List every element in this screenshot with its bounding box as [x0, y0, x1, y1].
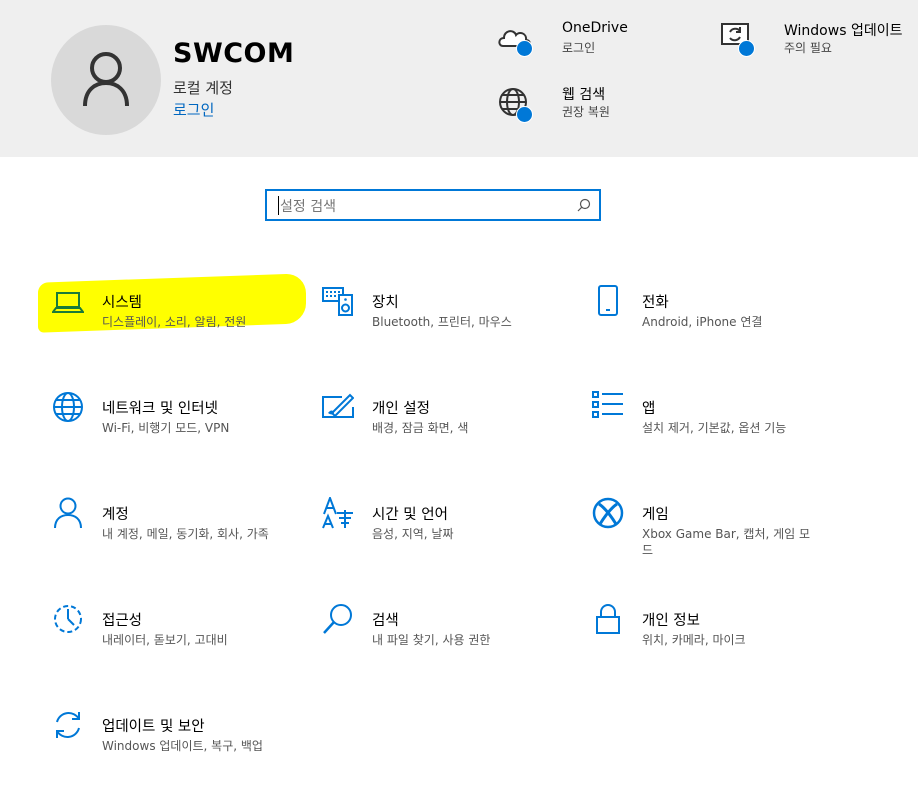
tile-desc: 내레이터, 돋보기, 고대비 [102, 633, 228, 647]
tile-system[interactable]: 시스템 디스플레이, 소리, 알림, 전원 [52, 285, 302, 345]
windows-update-title: Windows 업데이트 [784, 23, 903, 39]
windows-update-subtitle: 주의 필요 [784, 41, 832, 55]
tile-personalization[interactable]: 개인 설정 배경, 잠금 화면, 색 [322, 391, 572, 451]
status-dot [516, 106, 533, 123]
tile-title: 업데이트 및 보안 [102, 719, 205, 735]
onedrive-title: OneDrive [562, 20, 628, 36]
search-icon[interactable] [577, 198, 591, 212]
text-caret [278, 196, 279, 215]
phone-icon [598, 285, 618, 316]
tile-search[interactable]: 검색 내 파일 찾기, 사용 권한 [322, 603, 572, 663]
tile-title: 전화 [642, 295, 669, 311]
keyboard-speaker-icon [322, 287, 353, 316]
globe-icon [53, 392, 83, 422]
xbox-icon [592, 497, 624, 529]
tile-desc: 내 계정, 메일, 동기화, 회사, 가족 [102, 527, 269, 541]
search-box[interactable]: 설정 검색 [265, 189, 601, 221]
tile-network[interactable]: 네트워크 및 인터넷 Wi-Fi, 비행기 모드, VPN [52, 391, 302, 451]
tile-phone[interactable]: 전화 Android, iPhone 연결 [592, 285, 842, 345]
tile-desc: 음성, 지역, 날짜 [372, 527, 454, 541]
tile-title: 계정 [102, 507, 129, 523]
header: SWCOM 로컬 계정 로그인 OneDrive 로그인 Windows 업데이… [0, 0, 918, 157]
tile-title: 앱 [642, 401, 656, 417]
web-search-subtitle: 권장 복원 [562, 105, 610, 119]
tile-desc: Bluetooth, 프린터, 마우스 [372, 315, 512, 329]
time-language-icon [322, 497, 353, 529]
tile-title: 개인 설정 [372, 401, 430, 417]
web-search-title: 웹 검색 [562, 87, 606, 103]
onedrive-item[interactable]: OneDrive 로그인 [497, 20, 657, 64]
tile-privacy[interactable]: 개인 정보 위치, 카메라, 마이크 [592, 603, 842, 663]
tile-title: 시간 및 언어 [372, 507, 448, 523]
tile-desc: Wi-Fi, 비행기 모드, VPN [102, 421, 230, 435]
tile-time-language[interactable]: 시간 및 언어 음성, 지역, 날짜 [322, 497, 572, 557]
tile-update-security[interactable]: 업데이트 및 보안 Windows 업데이트, 복구, 백업 [52, 709, 302, 769]
person-icon [54, 497, 82, 529]
tile-desc: 디스플레이, 소리, 알림, 전원 [102, 315, 247, 329]
status-dot [738, 40, 755, 57]
tile-apps[interactable]: 앱 설치 제거, 기본값, 옵션 기능 [592, 391, 842, 451]
windows-update-item[interactable]: Windows 업데이트 주의 필요 [718, 20, 913, 64]
account-type: 로컬 계정 [173, 79, 233, 97]
tile-ease-of-access[interactable]: 접근성 내레이터, 돋보기, 고대비 [52, 603, 302, 663]
tile-title: 게임 [642, 507, 669, 523]
tile-desc: Windows 업데이트, 복구, 백업 [102, 739, 263, 753]
tile-title: 시스템 [102, 295, 143, 311]
tile-desc: 내 파일 찾기, 사용 권한 [372, 633, 491, 647]
tile-title: 장치 [372, 295, 399, 311]
tile-desc: 설치 제거, 기본값, 옵션 기능 [642, 421, 787, 435]
user-name: SWCOM [173, 38, 295, 69]
sync-icon [56, 712, 80, 738]
onedrive-subtitle: 로그인 [562, 41, 596, 55]
tile-title: 개인 정보 [642, 613, 700, 629]
tile-gaming[interactable]: 게임 Xbox Game Bar, 캡처, 게임 모드 [592, 497, 842, 557]
laptop-icon [52, 292, 84, 313]
apps-list-icon [592, 391, 623, 418]
web-search-item[interactable]: 웹 검색 권장 복원 [497, 84, 657, 128]
tile-title: 검색 [372, 613, 399, 629]
tile-accounts[interactable]: 계정 내 계정, 메일, 동기화, 회사, 가족 [52, 497, 302, 557]
ease-of-access-icon [54, 605, 82, 633]
signin-link[interactable]: 로그인 [173, 99, 214, 120]
lock-icon [596, 604, 620, 634]
tile-desc: Xbox Game Bar, 캡처, 게임 모드 [642, 527, 811, 557]
avatar[interactable] [51, 25, 161, 135]
tile-devices[interactable]: 장치 Bluetooth, 프린터, 마우스 [322, 285, 572, 345]
tile-desc: Android, iPhone 연결 [642, 315, 763, 329]
tile-desc: 배경, 잠금 화면, 색 [372, 421, 469, 435]
status-dot [516, 40, 533, 57]
paint-icon [322, 393, 354, 418]
tile-desc: 위치, 카메라, 마이크 [642, 633, 746, 647]
tile-title: 네트워크 및 인터넷 [102, 401, 218, 417]
user-silhouette-icon [83, 52, 129, 107]
tile-title: 접근성 [102, 613, 143, 629]
search-placeholder: 설정 검색 [280, 199, 336, 215]
search-icon [323, 604, 352, 634]
